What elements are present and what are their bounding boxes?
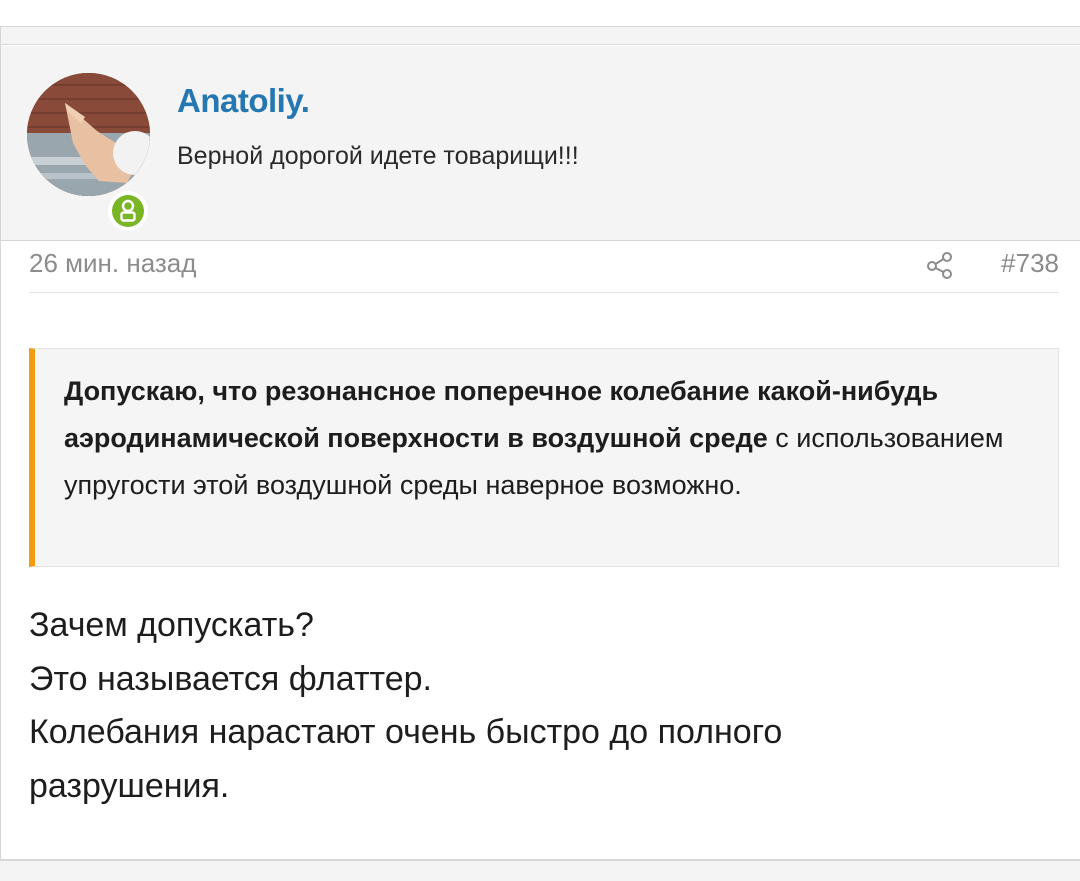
- quote-block: Допускаю, что резонансное поперечное кол…: [29, 348, 1059, 567]
- post-body: Зачем допускать? Это называется флаттер.…: [29, 599, 1059, 813]
- post-author-header: Anatoliy. Верной дорогой идете товарищи!…: [1, 46, 1080, 241]
- author-title: Верной дорогой идете товарищи!!!: [177, 142, 579, 170]
- online-indicator-icon: [112, 195, 144, 227]
- post-number-link[interactable]: #738: [1001, 248, 1059, 279]
- body-line: Это называется флаттер.: [29, 659, 432, 698]
- body-line: разрушения.: [29, 766, 230, 805]
- author-username[interactable]: Anatoliy.: [177, 82, 310, 120]
- post-timestamp[interactable]: 26 мин. назад: [29, 248, 196, 279]
- body-line: Зачем допускать?: [29, 606, 314, 644]
- online-status-badge: [108, 191, 148, 231]
- avatar-image: [27, 73, 150, 196]
- body-line: Колебания нарастают очень быстро до полн…: [29, 713, 783, 751]
- forum-post: Anatoliy. Верной дорогой идете товарищи!…: [0, 26, 1080, 860]
- post-separator: [1, 27, 1080, 45]
- avatar[interactable]: [27, 73, 150, 196]
- bottom-separator: [0, 860, 1080, 881]
- post-meta-row: 26 мин. назад #738: [29, 236, 1059, 293]
- share-icon[interactable]: [925, 250, 955, 280]
- top-strip: [0, 0, 1080, 27]
